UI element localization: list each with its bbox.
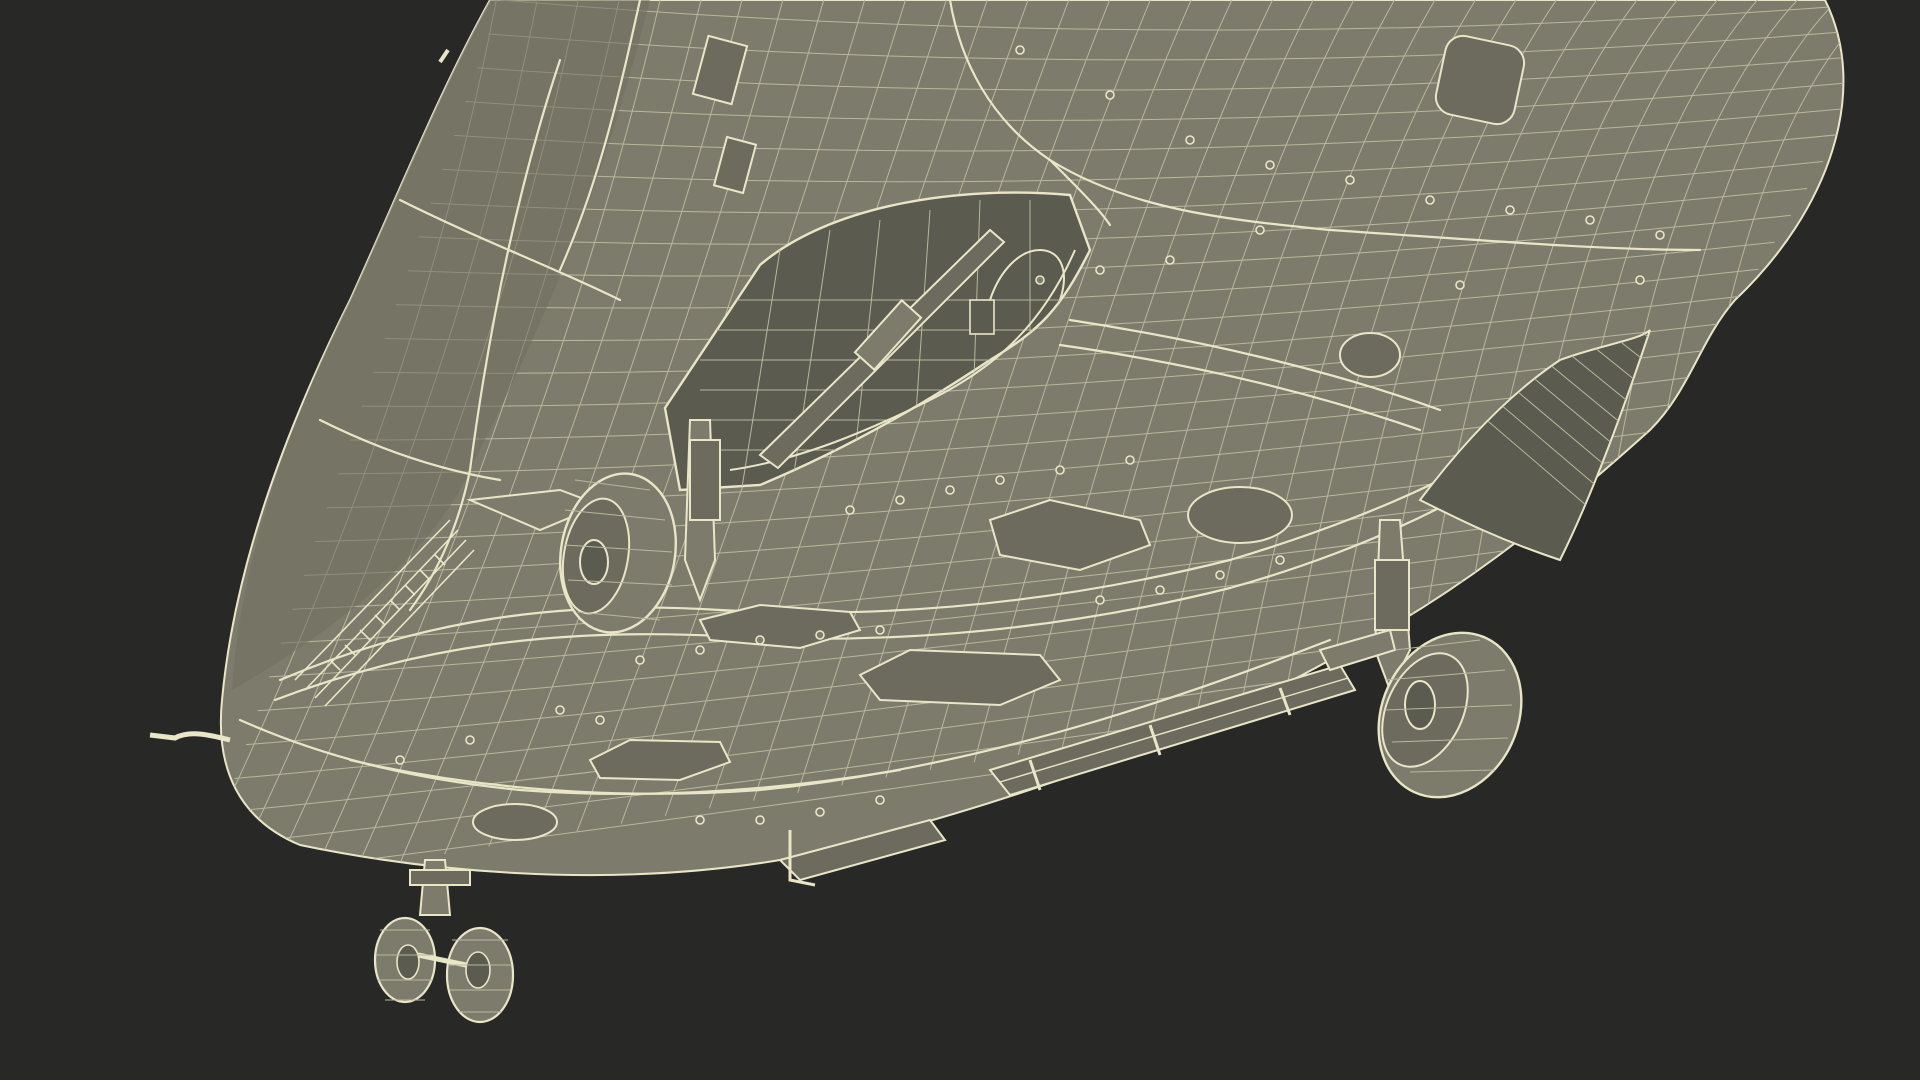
rivet [555, 705, 565, 715]
rivet [1165, 255, 1175, 265]
rivet [895, 495, 905, 505]
rivet [635, 655, 645, 665]
rivet [1425, 195, 1435, 205]
rivet [695, 815, 705, 825]
rivet [1455, 280, 1465, 290]
right-main-hub [1404, 680, 1436, 730]
rivet [1035, 275, 1045, 285]
top-antenna [438, 48, 450, 64]
nose-wheel-left-hub [396, 944, 420, 980]
nose-wheel-right-hub [465, 951, 491, 989]
rivet [1655, 230, 1665, 240]
rivet [1185, 135, 1195, 145]
rivet [815, 807, 825, 817]
nose-hatch [472, 803, 558, 841]
rivet [875, 625, 885, 635]
rivet [755, 635, 765, 645]
rivet [695, 645, 705, 655]
rivet [1265, 160, 1275, 170]
rivet [1125, 455, 1135, 465]
round-hatch-2 [1187, 486, 1293, 544]
nose-gear [373, 859, 515, 1024]
probe-antenna [149, 731, 231, 743]
rivet [1275, 555, 1285, 565]
rivet [1635, 275, 1645, 285]
rivet [1015, 45, 1025, 55]
nose-gear-strut [418, 859, 452, 916]
top-light-housing [1434, 34, 1526, 126]
rivet [1345, 175, 1355, 185]
rivet [465, 735, 475, 745]
right-gear-oleo [1374, 559, 1410, 631]
rivet [395, 755, 405, 765]
rivet [945, 485, 955, 495]
bay-box [969, 299, 995, 335]
rivet [1105, 90, 1115, 100]
rivet [595, 715, 605, 725]
rivet [995, 475, 1005, 485]
rivet [1055, 465, 1065, 475]
rivet [845, 505, 855, 515]
rivet [815, 630, 825, 640]
rivet [1255, 225, 1265, 235]
rivet [1585, 215, 1595, 225]
rivet [1095, 595, 1105, 605]
left-gear-oleo [689, 439, 721, 521]
rivet [1505, 205, 1515, 215]
rivet [1155, 585, 1165, 595]
wireframe-render [149, 0, 1845, 1024]
round-hatch-1 [1339, 332, 1401, 378]
rivet [1215, 570, 1225, 580]
rivet [875, 795, 885, 805]
rivet [755, 815, 765, 825]
rivet [1095, 265, 1105, 275]
nose-gear-link [409, 869, 471, 886]
